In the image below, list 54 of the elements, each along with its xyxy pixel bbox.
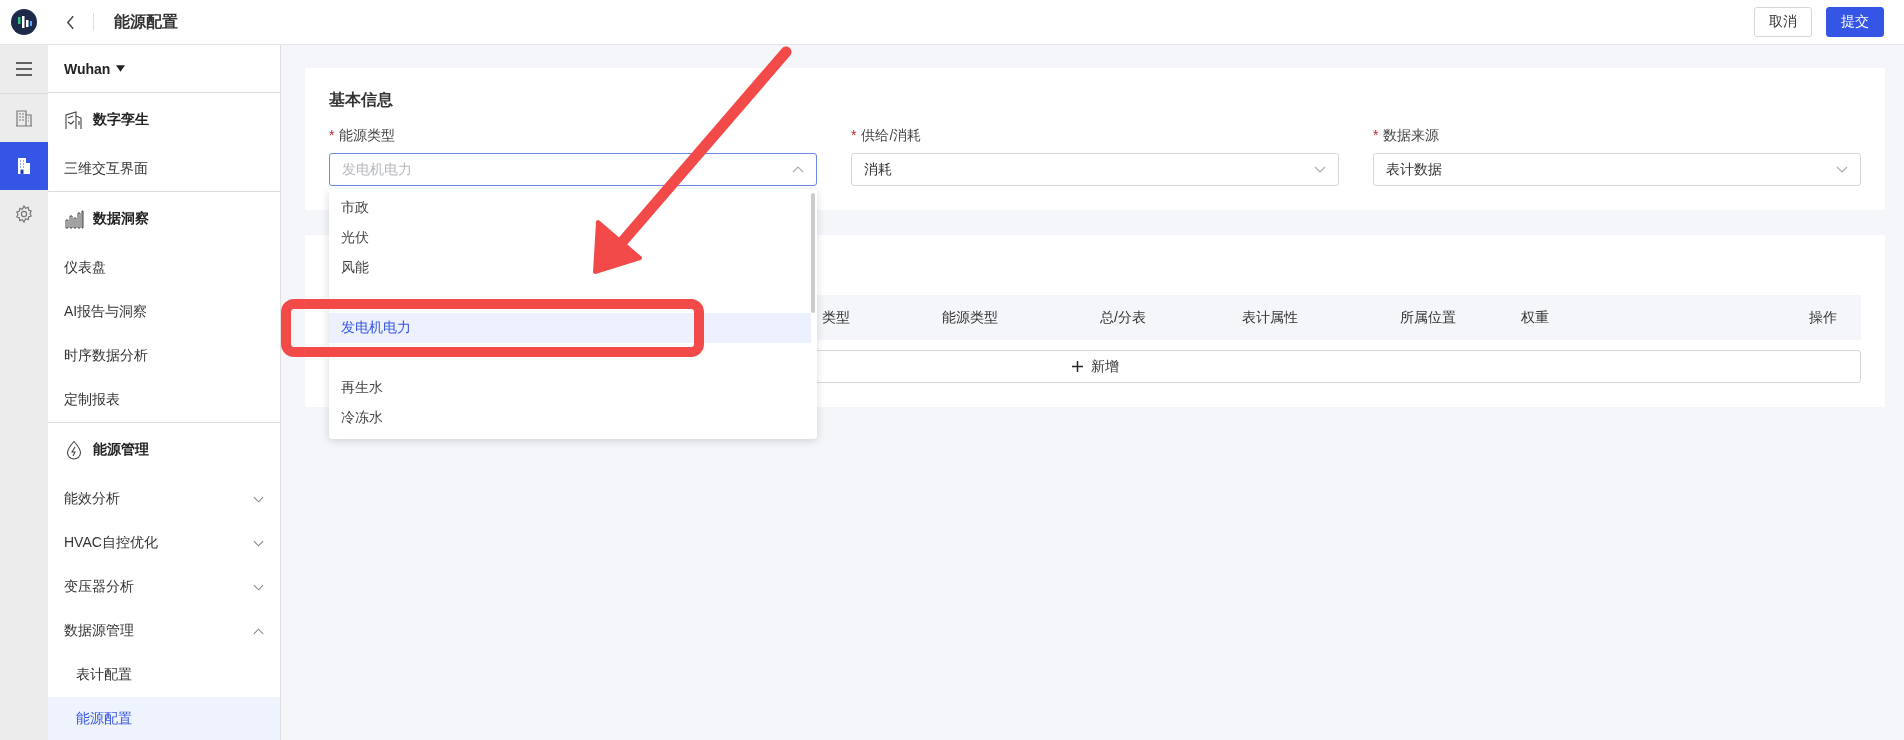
settings-icon (14, 204, 34, 224)
column-header: 总/分表 (1099, 308, 1146, 327)
section-title: 能源管理 (93, 441, 149, 459)
column-header: 类型 (821, 308, 850, 327)
field-label: 数据来源 (1383, 127, 1440, 143)
energy-drop-icon (64, 440, 84, 460)
select-field[interactable]: 表计数据 (1373, 153, 1861, 186)
nav-item[interactable]: AI报告与洞察 (48, 290, 280, 334)
required-mark: * (1373, 127, 1379, 143)
card-title: 基本信息 (329, 90, 394, 110)
column-header: 能源类型 (941, 308, 998, 327)
chevron-icon (1836, 166, 1848, 173)
submit-button[interactable]: 提交 (1826, 7, 1884, 37)
column-header: 操作 (1808, 308, 1838, 327)
required-mark: * (329, 127, 335, 143)
building-icon (64, 110, 84, 130)
rail-item[interactable] (0, 142, 48, 190)
dropdown-option[interactable]: 发电机电力 (329, 313, 811, 343)
column-header: 表计属性 (1241, 308, 1298, 327)
field-label: 供给/消耗 (861, 127, 922, 143)
section-title: 数据洞察 (93, 210, 149, 228)
nav-item[interactable]: 定制报表 (48, 378, 280, 422)
required-mark: * (851, 127, 857, 143)
cancel-button[interactable]: 取消 (1754, 7, 1812, 37)
logo-icon (11, 9, 37, 35)
chevron-icon (1314, 166, 1326, 173)
nav-item[interactable]: 变压器分析 (48, 565, 280, 609)
menu-icon[interactable] (14, 59, 34, 79)
nav-item[interactable]: 仪表盘 (48, 246, 280, 290)
scrollbar[interactable] (811, 193, 815, 313)
select-field[interactable]: 消耗 (851, 153, 1339, 186)
column-header: 权重 (1520, 308, 1549, 327)
chevron-icon (792, 166, 804, 173)
column-header: 所属位置 (1399, 308, 1456, 327)
nav-item[interactable]: HVAC自控优化 (48, 521, 280, 565)
dropdown-option[interactable]: 光伏 (329, 223, 811, 253)
caret-icon (116, 65, 126, 72)
nav-subitem[interactable]: 表计配置 (48, 653, 280, 697)
section-title: 数字孪生 (93, 111, 149, 129)
nav-item[interactable]: 数据源管理 (48, 609, 280, 653)
bar-chart-icon (64, 209, 84, 229)
nav-item[interactable]: 能效分析 (48, 477, 280, 521)
building-icon (14, 108, 34, 128)
dropdown-option[interactable]: 市政 (329, 193, 811, 223)
plus-icon (1071, 361, 1083, 372)
nav-subitem[interactable]: 能源配置 (48, 697, 280, 740)
location-dropdown[interactable]: Wuhan (64, 60, 126, 77)
field-label: 能源类型 (339, 127, 396, 143)
back-icon[interactable] (66, 14, 75, 30)
nav-item[interactable]: 三维交互界面 (48, 147, 280, 191)
page-title: 能源配置 (114, 11, 178, 32)
dropdown-option[interactable]: 冷冻水 (329, 403, 811, 433)
dropdown-option[interactable]: 风能 (329, 253, 811, 283)
nav-item[interactable]: 时序数据分析 (48, 334, 280, 378)
